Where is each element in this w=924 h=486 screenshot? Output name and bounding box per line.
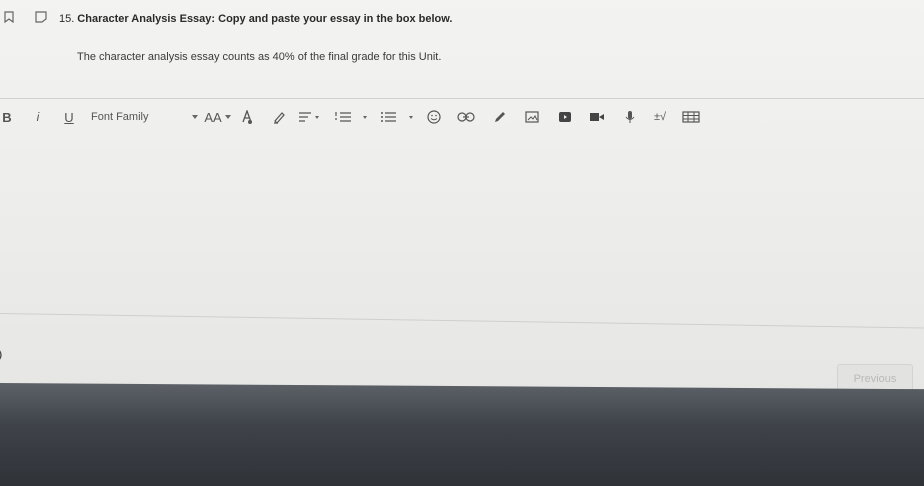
link-icon[interactable] [457,104,475,130]
table-icon[interactable] [682,104,700,130]
italic-button[interactable]: i [33,104,43,130]
highlight-icon[interactable] [272,104,286,130]
chevron-down-icon[interactable] [191,104,199,130]
flag-icon[interactable] [35,10,47,23]
bookmark-icon[interactable] [4,10,14,24]
microphone-icon[interactable] [624,104,636,130]
quiz-page: 15. Character Analysis Essay: Copy and pa… [0,0,924,395]
record-video-icon[interactable] [589,104,605,130]
underline-button[interactable]: U [62,104,76,130]
draw-icon[interactable] [492,104,508,130]
question-number: 15. [59,13,75,25]
emoji-icon[interactable] [427,104,441,130]
align-icon[interactable] [297,104,323,130]
bold-button[interactable]: B [0,104,14,130]
ordered-list-icon[interactable] [334,104,374,130]
font-size-button[interactable]: AA [202,104,224,130]
bullet-list-icon[interactable] [380,104,418,130]
math-button[interactable]: ±√ [651,104,669,130]
question-description: The character analysis essay counts as 4… [77,51,442,63]
font-family-label: Font Family [91,111,149,123]
chevron-down-icon[interactable] [224,104,232,130]
video-icon[interactable] [557,104,573,130]
chevron-left-icon[interactable] [0,348,6,366]
divider [0,313,924,329]
image-icon[interactable] [524,104,540,130]
divider [0,98,924,99]
screen-bezel [0,383,924,486]
editor-toolbar: B i U Font Family AA ±√ [0,104,924,130]
font-family-select[interactable]: Font Family [91,104,191,130]
text-color-icon[interactable] [240,104,254,130]
question-title: 15. Character Analysis Essay: Copy and pa… [59,13,452,25]
essay-editor[interactable] [0,134,924,314]
question-title-text: Character Analysis Essay: Copy and paste… [77,13,453,25]
